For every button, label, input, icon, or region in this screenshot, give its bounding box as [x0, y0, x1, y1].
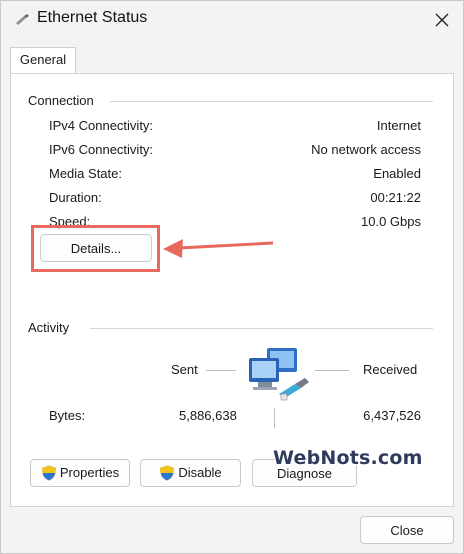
- bytes-divider: [274, 408, 275, 428]
- duration-label: Duration:: [49, 190, 102, 205]
- network-adapter-icon: [16, 14, 29, 25]
- annotation-arrow-icon: [163, 239, 274, 258]
- connection-divider: [110, 101, 433, 102]
- general-panel: Connection IPv4 Connectivity: Internet I…: [10, 73, 454, 507]
- window-title: Ethernet Status: [37, 9, 148, 26]
- title-bar[interactable]: Ethernet Status: [1, 1, 463, 39]
- ipv6-label: IPv6 Connectivity:: [49, 142, 154, 157]
- media-state-label: Media State:: [49, 166, 122, 181]
- close-icon[interactable]: [427, 7, 457, 33]
- properties-button[interactable]: Properties: [30, 459, 130, 487]
- sent-label: Sent: [171, 362, 198, 377]
- duration-value: 00:21:22: [370, 190, 421, 205]
- tab-general[interactable]: General: [10, 47, 76, 74]
- tab-strip: General: [1, 47, 463, 75]
- uac-shield-icon: [41, 465, 56, 481]
- ipv4-label: IPv4 Connectivity:: [49, 118, 154, 133]
- connection-heading: Connection: [28, 93, 94, 108]
- details-button[interactable]: Details...: [40, 234, 152, 262]
- network-computers-icon: [249, 348, 309, 401]
- disable-button[interactable]: Disable: [140, 459, 241, 487]
- webnots-watermark: WebNots.com: [273, 447, 423, 469]
- received-label: Received: [363, 362, 418, 377]
- activity-divider: [90, 328, 433, 329]
- bytes-received-value: 6,437,526: [363, 408, 421, 423]
- activity-heading: Activity: [28, 320, 70, 335]
- ethernet-status-window: Ethernet Status General Connection IPv4 …: [0, 0, 464, 554]
- media-state-value: Enabled: [373, 166, 421, 181]
- close-button[interactable]: Close: [360, 516, 454, 544]
- received-line: [315, 370, 349, 371]
- ipv4-value: Internet: [376, 118, 421, 133]
- bytes-label: Bytes:: [49, 408, 86, 423]
- ipv6-value: No network access: [311, 142, 421, 157]
- properties-label: Properties: [59, 464, 120, 480]
- uac-shield-icon: [160, 465, 175, 481]
- bytes-sent-value: 5,886,638: [179, 408, 237, 423]
- disable-label: Disable: [178, 464, 222, 480]
- speed-value: 10.0 Gbps: [361, 214, 421, 229]
- sent-line: [206, 370, 236, 371]
